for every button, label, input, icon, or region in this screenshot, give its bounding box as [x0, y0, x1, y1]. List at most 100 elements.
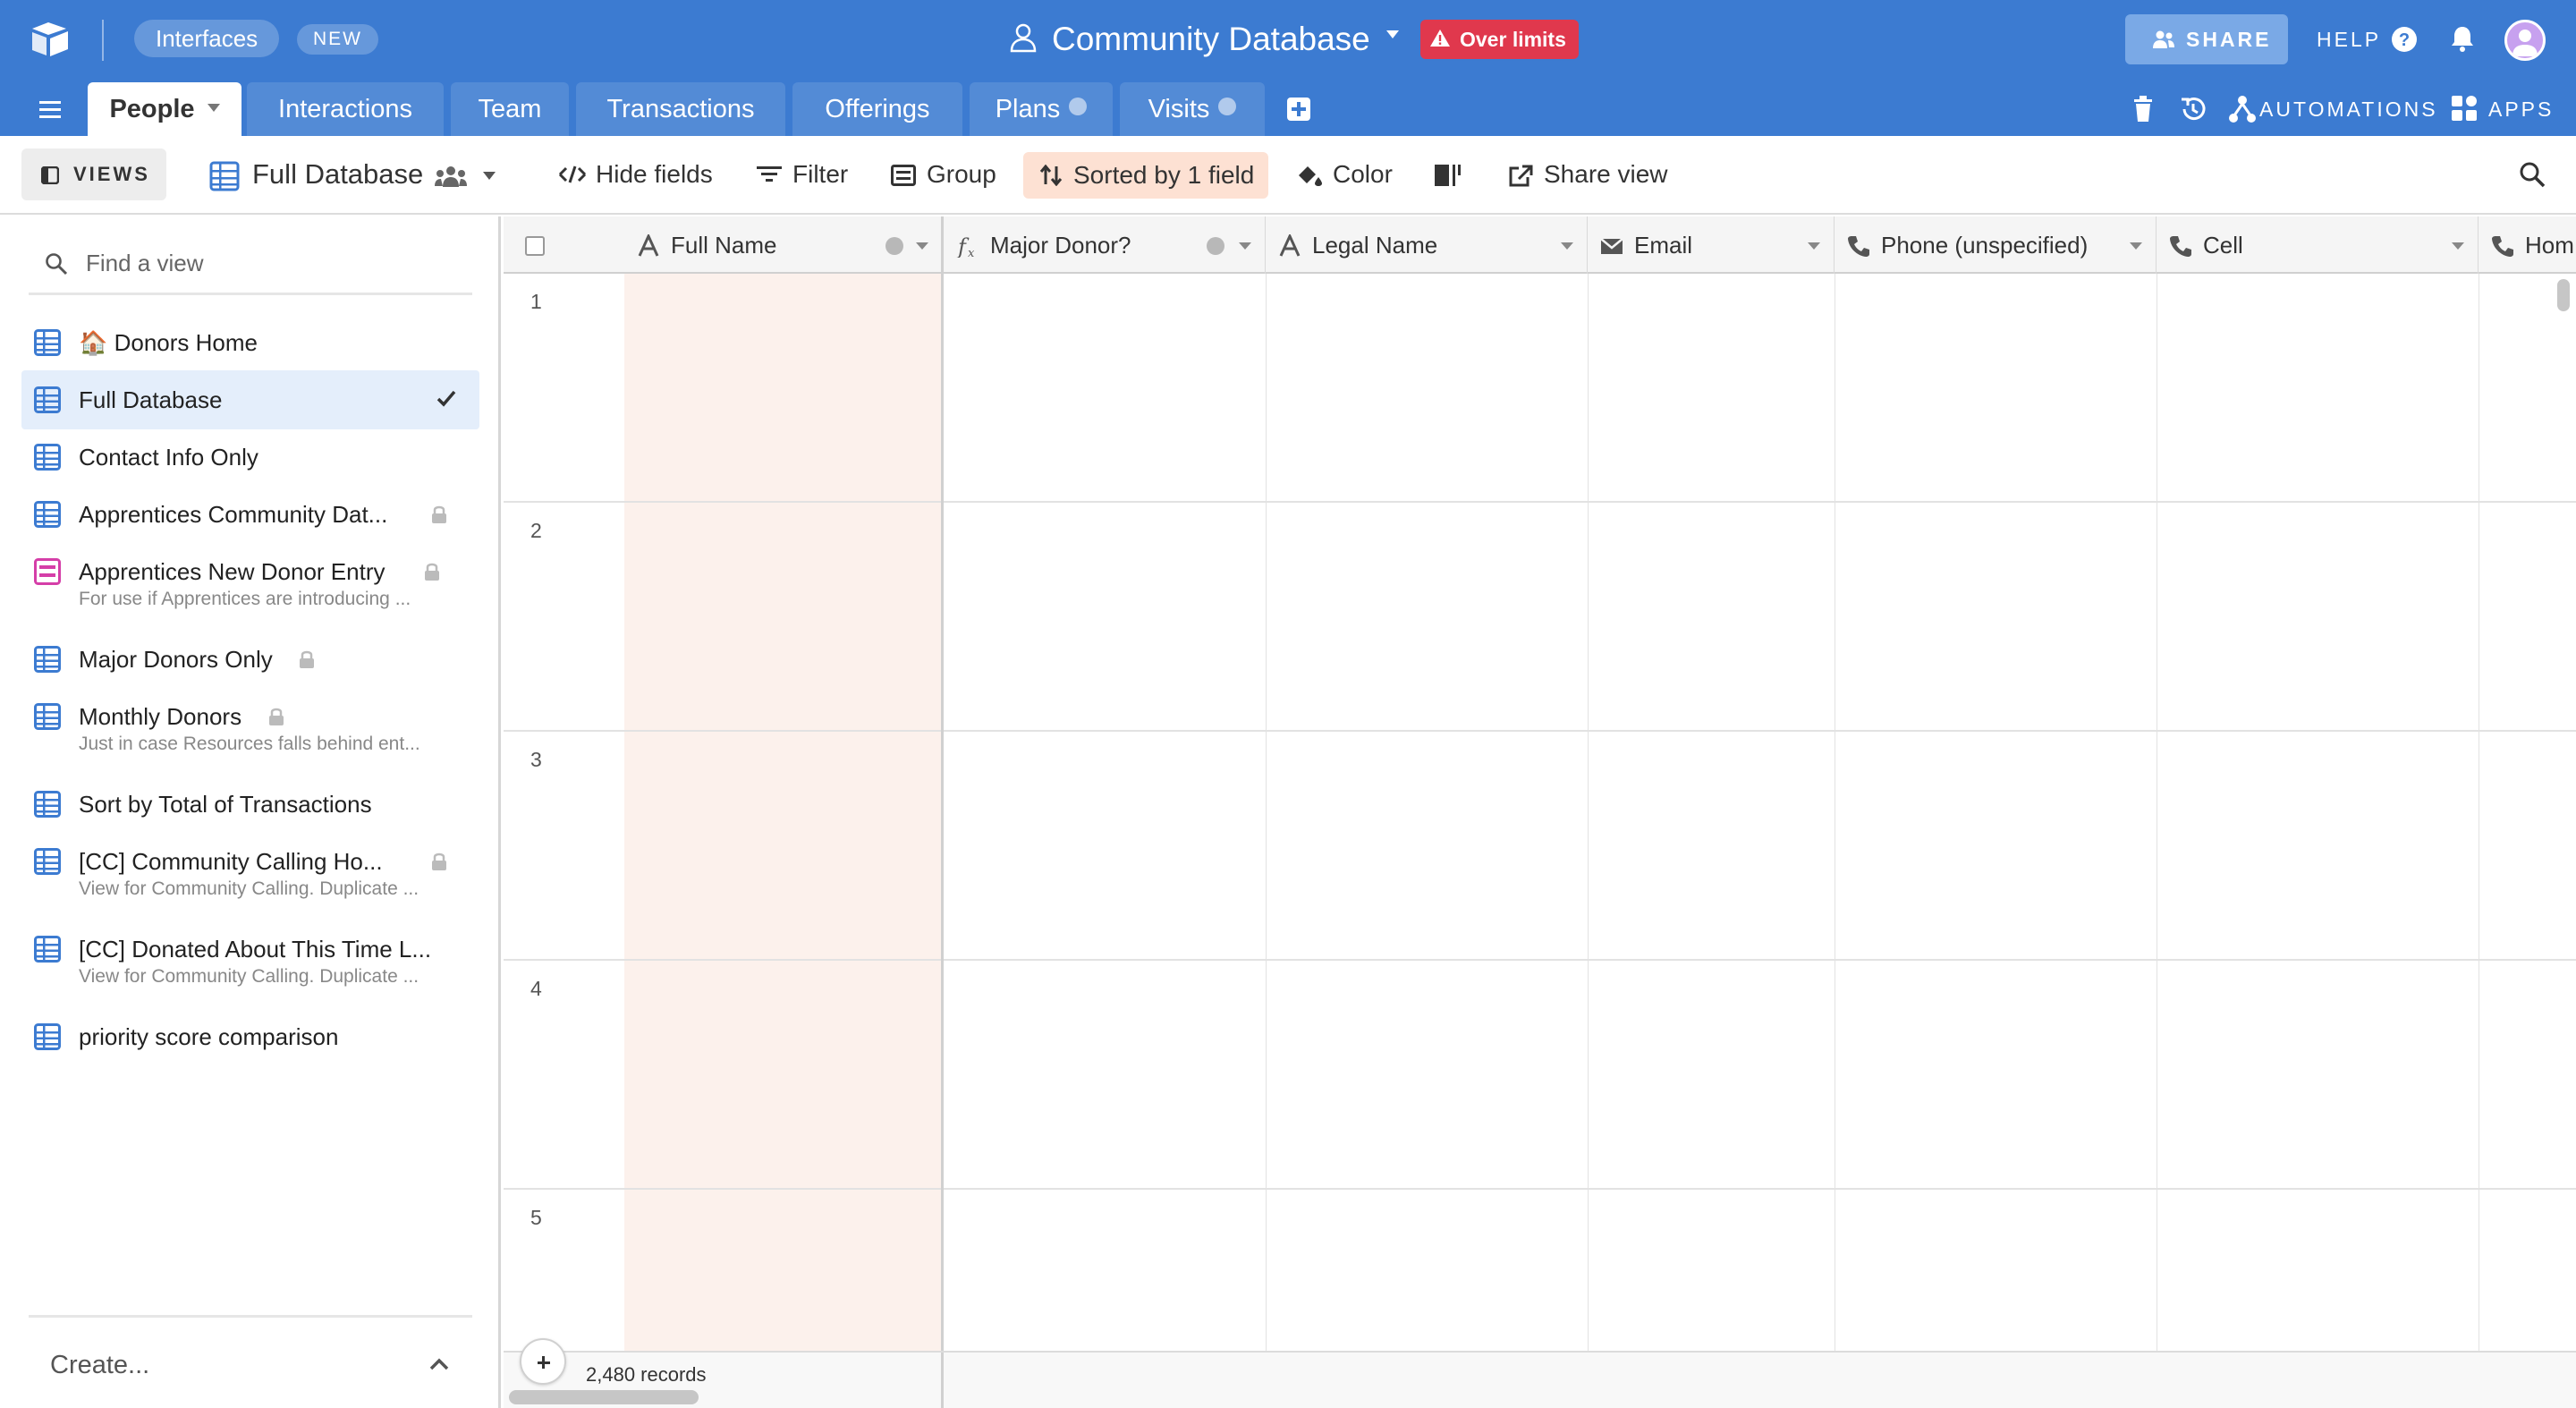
tab-label: Visits: [1148, 95, 1210, 123]
share-button[interactable]: SHARE: [2125, 14, 2288, 64]
info-icon: [1218, 98, 1237, 115]
column-header-home-phone[interactable]: Hom: [2479, 216, 2576, 274]
column-header-cell[interactable]: Cell: [2157, 216, 2479, 274]
sidebar-item-cc-community-calling[interactable]: [CC] Community Calling Ho... View for Co…: [21, 834, 479, 921]
current-view-name[interactable]: Full Database: [252, 150, 423, 199]
phone-field-icon: [2170, 236, 2191, 257]
hamburger-menu-icon[interactable]: [38, 98, 64, 122]
grid-view-icon: [34, 386, 61, 413]
sidebar-item-contact-info-only[interactable]: Contact Info Only: [21, 429, 479, 487]
user-avatar[interactable]: [2504, 20, 2546, 61]
text-field-icon: [1279, 234, 1301, 257]
apps-icon[interactable]: [2451, 95, 2478, 122]
table-row[interactable]: 4: [504, 961, 2576, 1190]
column-menu-caret-icon[interactable]: [1808, 242, 1820, 250]
column-menu-caret-icon[interactable]: [1561, 242, 1573, 250]
tab-offerings[interactable]: Offerings: [792, 82, 962, 136]
vertical-scrollbar[interactable]: [2557, 279, 2570, 311]
create-view-button[interactable]: Create...: [50, 1347, 149, 1383]
column-header-major-donor[interactable]: f x Major Donor?: [944, 216, 1266, 274]
trash-icon[interactable]: [2132, 95, 2154, 123]
automations-button[interactable]: AUTOMATIONS: [2259, 93, 2438, 125]
view-menu-caret-icon[interactable]: [483, 172, 496, 180]
share-view-icon: [1509, 165, 1533, 187]
sidebar-item-cc-donated-about-this-time[interactable]: [CC] Donated About This Time L... View f…: [21, 921, 479, 1009]
find-view-input[interactable]: [86, 245, 444, 281]
sort-label: Sorted by 1 field: [1073, 161, 1255, 189]
horizontal-scrollbar[interactable]: [509, 1390, 699, 1404]
chevron-up-icon[interactable]: [428, 1353, 451, 1376]
table-row[interactable]: 2: [504, 503, 2576, 732]
apps-button[interactable]: APPS: [2488, 93, 2554, 125]
select-all-checkbox[interactable]: [525, 236, 545, 256]
column-menu-caret-icon[interactable]: [2130, 242, 2142, 250]
sort-button[interactable]: Sorted by 1 field: [1023, 152, 1268, 199]
grid-footer: 2,480 records: [504, 1338, 2576, 1408]
help-question-icon[interactable]: ?: [2390, 25, 2419, 54]
tab-label: People: [109, 95, 195, 123]
add-table-icon[interactable]: [1286, 97, 1311, 122]
share-view-button[interactable]: Share view: [1508, 150, 1668, 199]
lock-icon: [432, 852, 446, 870]
info-icon[interactable]: [886, 237, 903, 255]
color-label: Color: [1333, 160, 1393, 188]
column-header-legal-name[interactable]: Legal Name: [1266, 216, 1588, 274]
column-menu-caret-icon[interactable]: [1239, 242, 1251, 250]
hide-fields-button[interactable]: Hide fields: [558, 150, 713, 199]
column-label: Full Name: [671, 232, 777, 259]
info-icon[interactable]: [1207, 237, 1224, 255]
phone-field-icon: [1848, 236, 1869, 257]
tab-options-caret-icon[interactable]: [207, 104, 220, 112]
add-record-button[interactable]: [520, 1338, 566, 1385]
view-label: Apprentices Community Dat...: [79, 501, 388, 528]
tab-plans[interactable]: Plans: [970, 82, 1113, 136]
column-header-full-name[interactable]: Full Name: [624, 216, 941, 274]
tab-interactions[interactable]: Interactions: [247, 82, 444, 136]
sidebar-item-full-database[interactable]: Full Database: [21, 370, 479, 429]
row-height-icon[interactable]: [1435, 163, 1462, 188]
view-label: [CC] Community Calling Ho...: [79, 848, 383, 875]
table-row[interactable]: 3: [504, 732, 2576, 961]
base-menu-caret-icon[interactable]: [1386, 30, 1399, 38]
tab-team[interactable]: Team: [451, 82, 569, 136]
notifications-bell-icon[interactable]: [2447, 23, 2478, 54]
sidebar-item-monthly-donors[interactable]: Monthly Donors Just in case Resources fa…: [21, 689, 479, 776]
over-limits-label: Over limits: [1460, 28, 1566, 51]
row-number: 1: [530, 290, 542, 313]
column-label: Phone (unspecified): [1881, 232, 2089, 259]
automations-icon[interactable]: [2229, 95, 2256, 123]
filter-button[interactable]: Filter: [757, 150, 848, 199]
tab-label: Interactions: [278, 95, 412, 123]
search-icon[interactable]: [2519, 161, 2546, 188]
column-header-phone-unspecified[interactable]: Phone (unspecified): [1835, 216, 2157, 274]
sidebar-item-priority-score-comparison[interactable]: priority score comparison: [21, 1009, 479, 1066]
sidebar-item-major-donors-only[interactable]: Major Donors Only: [21, 632, 479, 689]
table-row[interactable]: 1: [504, 274, 2576, 503]
column-menu-caret-icon[interactable]: [2452, 242, 2464, 250]
sidebar-item-donors-home[interactable]: 🏠 Donors Home: [21, 315, 479, 370]
svg-text:?: ?: [2399, 30, 2410, 50]
over-limits-badge[interactable]: Over limits: [1420, 20, 1579, 59]
column-menu-caret-icon[interactable]: [916, 242, 928, 250]
history-icon[interactable]: [2179, 95, 2207, 123]
column-header-email[interactable]: Email: [1588, 216, 1835, 274]
sidebar-item-sort-by-total-of-transactions[interactable]: Sort by Total of Transactions: [21, 776, 479, 834]
group-button[interactable]: Group: [891, 150, 996, 199]
view-description: Just in case Resources falls behind ent.…: [79, 734, 420, 754]
tab-transactions[interactable]: Transactions: [576, 82, 785, 136]
base-title[interactable]: Community Database: [1052, 16, 1370, 63]
color-button[interactable]: Color: [1297, 150, 1393, 199]
grid-view-icon: [209, 161, 240, 191]
interfaces-button[interactable]: Interfaces: [134, 20, 280, 57]
sidebar-item-apprentices-community-database[interactable]: Apprentices Community Dat...: [21, 487, 479, 544]
view-label: Major Donors Only: [79, 646, 273, 673]
airtable-logo-icon[interactable]: [29, 18, 72, 61]
tab-visits[interactable]: Visits: [1120, 82, 1265, 136]
sidebar-item-apprentices-new-donor-entry[interactable]: Apprentices New Donor Entry For use if A…: [21, 544, 479, 632]
help-button[interactable]: HELP: [2317, 27, 2381, 52]
views-toggle-button[interactable]: VIEWS: [21, 148, 166, 200]
hide-fields-icon: [558, 165, 587, 183]
view-description: For use if Apprentices are introducing .…: [79, 589, 411, 609]
collaborative-view-icon: [435, 166, 467, 187]
tab-people[interactable]: People: [88, 82, 242, 136]
